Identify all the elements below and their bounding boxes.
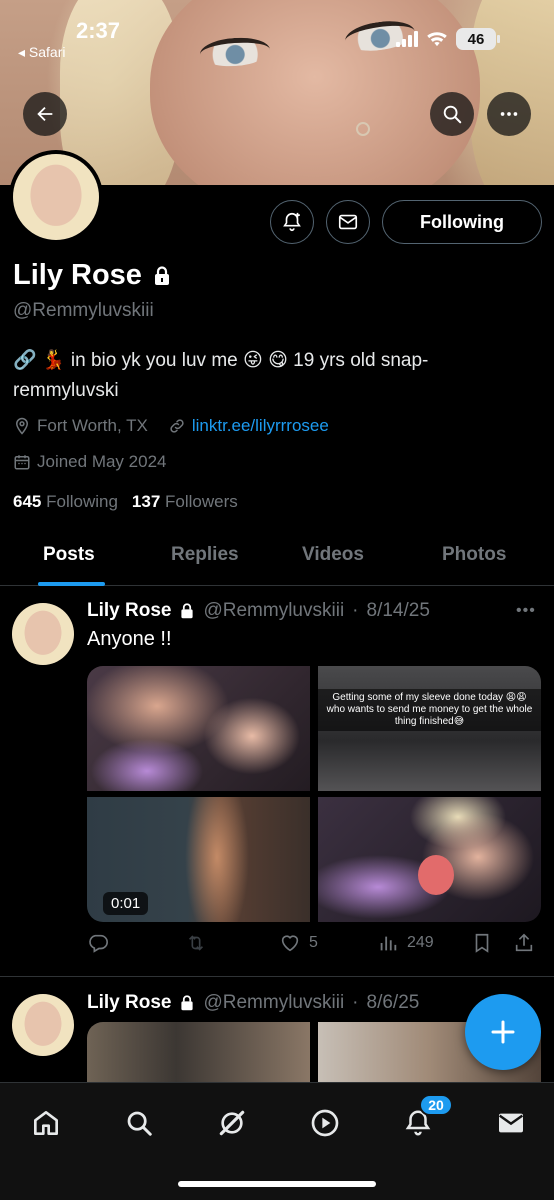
followers-label: Followers xyxy=(165,492,238,511)
profile-joined: Joined May 2024 xyxy=(37,452,167,471)
play-icon xyxy=(311,1109,339,1137)
share-icon xyxy=(515,933,533,952)
profile-bio: 🔗 💃 in bio yk you luv me 😜 😋 19 yrs old … xyxy=(13,350,429,401)
status-icons: 46 xyxy=(396,28,500,50)
profile-meta-location-row: Fort Worth, TX linktr.ee/lilyrrrosee xyxy=(13,416,329,436)
post-author-name[interactable]: Lily Rose xyxy=(87,600,171,622)
nav-search[interactable] xyxy=(119,1103,159,1143)
heart-icon xyxy=(281,935,299,952)
battery-indicator: 46 xyxy=(456,28,500,50)
back-arrow-icon xyxy=(37,106,53,122)
profile-handle: @Remmyluvskiii xyxy=(13,300,154,321)
profile-stats: 645 Following 137 Followers xyxy=(13,492,238,512)
home-icon xyxy=(34,1111,58,1135)
post-actions: 5 249 xyxy=(87,932,547,958)
followers-stat[interactable]: 137 Followers xyxy=(132,492,238,512)
profile-location: Fort Worth, TX xyxy=(37,416,148,435)
post-media-image[interactable] xyxy=(87,666,310,791)
mail-icon xyxy=(338,214,358,230)
following-label: Following xyxy=(46,492,118,511)
link-icon xyxy=(170,419,184,433)
search-button[interactable] xyxy=(430,92,474,136)
post-media-grid: Getting some of my sleeve done today 😩😩 … xyxy=(87,666,541,922)
location-pin-icon xyxy=(15,417,29,435)
post-separator: · xyxy=(352,600,359,621)
post-date: 8/6/25 xyxy=(366,992,420,1013)
status-time: 2:37 xyxy=(76,18,121,43)
video-duration: 0:01 xyxy=(103,892,149,915)
search-icon xyxy=(443,105,462,124)
more-icon xyxy=(500,112,518,116)
wifi-icon xyxy=(427,32,447,47)
following-count: 645 xyxy=(13,492,42,511)
views-icon xyxy=(380,936,397,951)
nav-grok[interactable] xyxy=(212,1103,252,1143)
home-indicator xyxy=(178,1181,376,1187)
search-icon xyxy=(127,1111,152,1136)
profile-meta-joined-row: Joined May 2024 xyxy=(13,452,166,472)
post-separator: · xyxy=(352,992,359,1013)
profile-tabs: Posts Replies Videos Photos xyxy=(0,528,554,586)
grok-icon xyxy=(219,1110,245,1136)
followers-count: 137 xyxy=(131,492,161,511)
calendar-icon xyxy=(14,455,30,470)
view-count: 249 xyxy=(407,934,434,951)
tab-photos[interactable]: Photos xyxy=(442,544,506,566)
back-button[interactable] xyxy=(23,92,67,136)
nav-messages[interactable] xyxy=(491,1103,531,1143)
more-button[interactable] xyxy=(487,92,531,136)
reply-icon xyxy=(89,934,108,953)
post-author-name[interactable]: Lily Rose xyxy=(87,992,171,1014)
post-avatar[interactable] xyxy=(12,603,74,665)
tab-posts[interactable]: Posts xyxy=(43,544,95,566)
plus-icon xyxy=(491,1020,515,1044)
profile-name: Lily Rose xyxy=(13,259,172,292)
retweet-button[interactable] xyxy=(185,932,207,954)
nav-video[interactable] xyxy=(305,1103,345,1143)
post-header: Lily Rose @Remmyluvskiii · 8/6/25 xyxy=(87,992,419,1014)
post-more-button[interactable]: ••• xyxy=(516,602,536,620)
post-media-video[interactable]: 0:01 xyxy=(87,797,310,922)
tab-replies[interactable]: Replies xyxy=(171,544,239,566)
views-button[interactable]: 249 xyxy=(377,932,434,954)
profile-avatar[interactable] xyxy=(9,150,103,244)
post-avatar[interactable] xyxy=(12,994,74,1056)
mail-icon xyxy=(498,1113,524,1133)
post-media-image[interactable]: Getting some of my sleeve done today 😩😩 … xyxy=(318,666,541,791)
status-back-app[interactable]: ◂ Safari xyxy=(18,44,66,61)
notifications-badge: 20 xyxy=(419,1094,453,1116)
post-media-image[interactable] xyxy=(318,797,541,922)
message-button[interactable] xyxy=(326,200,370,244)
lock-icon xyxy=(181,603,194,619)
post-header: Lily Rose @Remmyluvskiii · 8/14/25 xyxy=(87,600,430,622)
bookmark-icon xyxy=(475,933,489,953)
compose-button[interactable] xyxy=(465,994,541,1070)
post-media-image[interactable] xyxy=(87,1022,310,1082)
following-button[interactable]: Following xyxy=(382,200,542,244)
bell-plus-icon xyxy=(283,212,301,232)
cell-signal-icon xyxy=(396,31,418,47)
active-tab-indicator xyxy=(38,582,105,586)
retweet-icon xyxy=(188,935,204,951)
lock-icon xyxy=(181,995,194,1011)
media-caption: Getting some of my sleeve done today 😩😩 … xyxy=(318,689,541,731)
share-button[interactable] xyxy=(513,932,535,954)
nav-home[interactable] xyxy=(26,1103,66,1143)
post-date: 8/14/25 xyxy=(366,600,430,621)
post-author-handle: @Remmyluvskiii xyxy=(203,600,345,621)
like-button[interactable]: 5 xyxy=(279,932,318,954)
reply-button[interactable] xyxy=(87,932,109,954)
post-divider xyxy=(0,976,554,977)
profile-link[interactable]: linktr.ee/lilyrrrosee xyxy=(192,416,329,436)
profile-name-text: Lily Rose xyxy=(13,259,142,291)
like-count: 5 xyxy=(309,934,318,951)
post-author-handle: @Remmyluvskiii xyxy=(203,992,345,1013)
notify-button[interactable] xyxy=(270,200,314,244)
post-text: Anyone !! xyxy=(87,628,172,650)
bookmark-button[interactable] xyxy=(471,932,493,954)
following-stat[interactable]: 645 Following xyxy=(13,492,118,512)
lock-icon xyxy=(154,265,169,285)
tab-videos[interactable]: Videos xyxy=(302,544,364,566)
